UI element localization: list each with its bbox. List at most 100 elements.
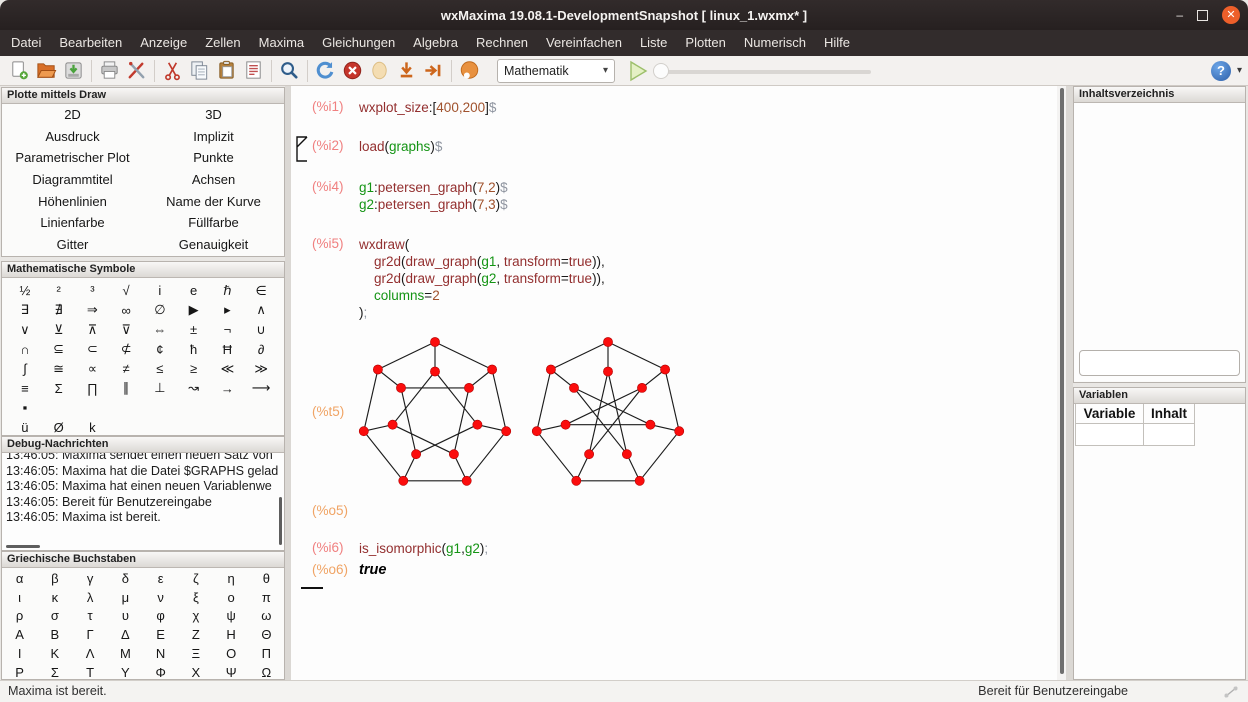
toolbar-button-follow[interactable] xyxy=(366,58,393,84)
greek-letter-button[interactable]: ρ xyxy=(2,607,37,626)
document-vertical-scrollbar[interactable] xyxy=(1060,88,1064,674)
greek-letter-button[interactable]: α xyxy=(2,569,37,588)
toolbar-button-evaluate-till-here[interactable] xyxy=(393,58,420,84)
greek-letter-button[interactable]: ε xyxy=(143,569,178,588)
symbol-button[interactable]: ∧ xyxy=(244,301,278,321)
menu-bearbeiten[interactable]: Bearbeiten xyxy=(50,30,131,56)
symbol-button[interactable]: ⊄ xyxy=(109,340,143,360)
draw-button-implizit[interactable]: Implizit xyxy=(143,126,284,148)
cell-code[interactable]: wxdraw( gr2d(draw_graph(g1, transform=tr… xyxy=(359,236,605,321)
symbol-button[interactable]: ¢ xyxy=(143,340,177,360)
symbol-button[interactable]: ∝ xyxy=(76,359,110,379)
greek-letter-button[interactable]: π xyxy=(249,588,284,607)
symbol-button[interactable]: Ø xyxy=(42,418,76,438)
greek-letter-button[interactable]: η xyxy=(214,569,249,588)
symbol-button[interactable]: ≠ xyxy=(109,359,143,379)
symbol-button[interactable]: ≤ xyxy=(143,359,177,379)
right-splitter[interactable] xyxy=(1066,86,1073,680)
symbol-button[interactable]: ⊽ xyxy=(109,320,143,340)
greek-letter-button[interactable]: μ xyxy=(108,588,143,607)
greek-letter-button[interactable]: Ψ xyxy=(214,663,249,682)
greek-letter-button[interactable]: H xyxy=(214,625,249,644)
toolbar-button-find[interactable] xyxy=(276,58,303,84)
toolbar-button-copy[interactable] xyxy=(186,58,213,84)
maximize-button[interactable] xyxy=(1197,10,1208,21)
cell-code[interactable]: g1:petersen_graph(7,2)$g2:petersen_graph… xyxy=(359,179,508,213)
help-button[interactable]: ? xyxy=(1211,61,1231,81)
menu-liste[interactable]: Liste xyxy=(631,30,676,56)
menu-plotten[interactable]: Plotten xyxy=(676,30,734,56)
symbol-button[interactable]: → xyxy=(211,379,245,399)
greek-letter-button[interactable]: κ xyxy=(37,588,72,607)
toolbar-button-print[interactable] xyxy=(96,58,123,84)
symbol-button[interactable]: ∅ xyxy=(143,301,177,321)
animation-slider[interactable] xyxy=(653,59,871,83)
draw-button-f-llfarbe[interactable]: Füllfarbe xyxy=(143,212,284,234)
symbol-button[interactable]: ² xyxy=(42,281,76,301)
greek-letter-button[interactable]: B xyxy=(37,625,72,644)
symbol-button[interactable]: ≥ xyxy=(177,359,211,379)
greek-letter-button[interactable]: N xyxy=(143,644,178,663)
greek-letter-button[interactable]: β xyxy=(37,569,72,588)
greek-letter-button[interactable]: T xyxy=(73,663,108,682)
menu-numerisch[interactable]: Numerisch xyxy=(735,30,815,56)
symbol-button[interactable]: ⊻ xyxy=(42,320,76,340)
symbol-button[interactable]: k xyxy=(76,418,110,438)
greek-letter-button[interactable]: Ξ xyxy=(178,644,213,663)
menu-datei[interactable]: Datei xyxy=(2,30,50,56)
symbol-button[interactable]: ∃ xyxy=(8,301,42,321)
greek-letter-button[interactable]: Ω xyxy=(249,663,284,682)
cell-style-select[interactable]: Mathematik ▾ xyxy=(497,59,615,83)
symbol-button[interactable]: ⊥ xyxy=(143,379,177,399)
greek-letter-button[interactable]: P xyxy=(2,663,37,682)
close-button[interactable]: ✕ xyxy=(1222,6,1240,24)
greek-letter-button[interactable]: λ xyxy=(73,588,108,607)
symbol-button[interactable]: ∨ xyxy=(8,320,42,340)
toolbar-button-wxmaxima-ball[interactable] xyxy=(456,58,483,84)
greek-letter-button[interactable]: Y xyxy=(108,663,143,682)
menu-anzeige[interactable]: Anzeige xyxy=(131,30,196,56)
symbol-button[interactable]: ħ xyxy=(177,340,211,360)
toolbar-button-preferences[interactable] xyxy=(123,58,150,84)
symbol-button[interactable]: ∥ xyxy=(109,379,143,399)
menu-gleichungen[interactable]: Gleichungen xyxy=(313,30,404,56)
toolbar-button-new-document[interactable] xyxy=(6,58,33,84)
greek-letter-button[interactable]: ι xyxy=(2,588,37,607)
symbol-button[interactable]: i xyxy=(143,281,177,301)
symbol-button[interactable]: Ħ xyxy=(211,340,245,360)
minimize-button[interactable]: – xyxy=(1176,9,1183,21)
symbol-button[interactable]: Σ xyxy=(42,379,76,399)
debug-vertical-scrollbar[interactable] xyxy=(279,497,282,545)
variables-empty-row[interactable] xyxy=(1076,424,1195,446)
toolbar-button-save[interactable] xyxy=(60,58,87,84)
greek-letter-button[interactable]: δ xyxy=(108,569,143,588)
symbol-button[interactable]: ∩ xyxy=(8,340,42,360)
greek-letter-button[interactable]: ω xyxy=(249,607,284,626)
symbol-button[interactable]: ▸ xyxy=(211,301,245,321)
draw-button-diagrammtitel[interactable]: Diagrammtitel xyxy=(2,169,143,191)
toolbar-button-cut[interactable] xyxy=(159,58,186,84)
symbol-button[interactable]: ∂ xyxy=(244,340,278,360)
greek-letter-button[interactable]: θ xyxy=(249,569,284,588)
greek-letter-button[interactable]: ζ xyxy=(178,569,213,588)
symbol-button[interactable]: ∫ xyxy=(8,359,42,379)
symbol-button[interactable]: ⟶ xyxy=(244,379,278,399)
symbol-button[interactable]: ⇔ xyxy=(143,320,177,340)
greek-letter-button[interactable]: I xyxy=(2,644,37,663)
draw-button-gitter[interactable]: Gitter xyxy=(2,233,143,255)
greek-letter-button[interactable]: Λ xyxy=(73,644,108,663)
greek-letter-button[interactable]: M xyxy=(108,644,143,663)
greek-letter-button[interactable]: χ xyxy=(178,607,213,626)
greek-letter-button[interactable]: X xyxy=(178,663,213,682)
symbol-button[interactable]: ∞ xyxy=(109,301,143,321)
debug-horizontal-scrollbar[interactable] xyxy=(6,545,40,548)
menu-rechnen[interactable]: Rechnen xyxy=(467,30,537,56)
greek-letter-button[interactable]: Π xyxy=(249,644,284,663)
greek-letter-button[interactable]: Z xyxy=(178,625,213,644)
toolbar-button-select-text[interactable] xyxy=(240,58,267,84)
cell-bracket[interactable] xyxy=(295,135,309,168)
greek-letter-button[interactable]: Θ xyxy=(249,625,284,644)
greek-letter-button[interactable]: A xyxy=(2,625,37,644)
worksheet[interactable]: (%i1)wxplot_size:[400,200]$(%i2)load(gra… xyxy=(291,86,1057,680)
draw-button-punkte[interactable]: Punkte xyxy=(143,147,284,169)
